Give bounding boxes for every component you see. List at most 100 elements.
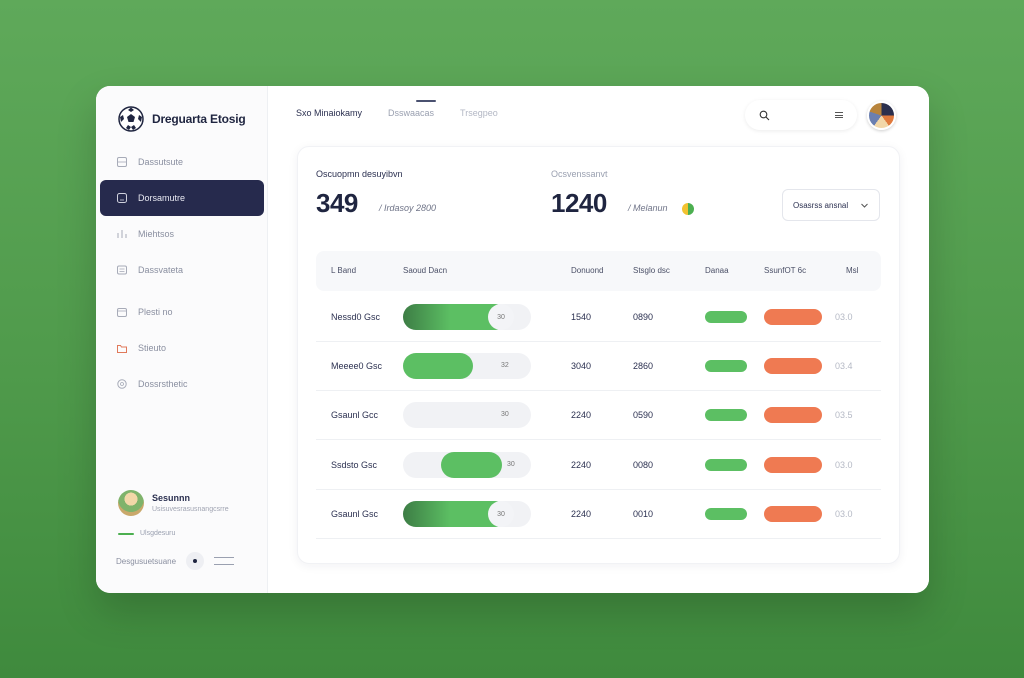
sidebar-item-label: Dassutsute [138, 157, 184, 167]
value-b: 0590 [633, 410, 654, 420]
status-bar-orange [764, 309, 822, 325]
stat-left-sub: / Irdasoy 2800 [379, 203, 437, 213]
sidebar-item-0[interactable]: Dassutsute [100, 144, 264, 180]
row-name: Nessd0 Gsc [331, 312, 381, 322]
table-header: L Band Saoud Dacn Donuond Stsglo dsc Dan… [316, 251, 881, 291]
folder-icon [117, 345, 127, 353]
table-row[interactable]: Gsaunl Gsc 30 2240 0010 03.0 [316, 490, 881, 539]
row-name: Gsaunl Gsc [331, 509, 379, 519]
table-row[interactable]: Meeee0 Gsc 32 3040 2860 03.4 [316, 342, 881, 391]
status-bar-green [705, 360, 747, 372]
progress-pill: 32 [403, 353, 531, 379]
settings-icon [117, 379, 127, 389]
sidebar-item-5[interactable]: Stieuto [100, 330, 264, 366]
sidebar-item-1[interactable]: Dorsamutre [100, 180, 264, 216]
value-a: 1540 [571, 312, 592, 322]
col-header-3[interactable]: Stsglo dsc [633, 266, 670, 275]
tab-2[interactable]: Trsegpeo [460, 108, 498, 118]
col-header-0[interactable]: L Band [331, 266, 356, 275]
table-row[interactable]: Gsaunl Gcc 30 2240 0590 03.5 [316, 391, 881, 440]
footer-label: Desgusuetsuane [116, 556, 177, 566]
row-name: Gsaunl Gcc [331, 410, 379, 420]
progress-fill [403, 353, 473, 379]
status-bar-orange [764, 506, 822, 522]
sidebar-nav: Dassutsute Dorsamutre Miehtsos Dassvatet… [100, 144, 264, 402]
sidebar-item-label: Dorsamutre [138, 193, 186, 203]
app-window: Dreguarta Etosig Dassutsute Dorsamutre M… [96, 86, 929, 593]
select-value: Osasrss ansnal [793, 200, 849, 210]
progress-pill: 30 [403, 452, 531, 478]
status-bar-green [705, 409, 747, 421]
status-bar-green [705, 508, 747, 520]
progress-pill: 30 [403, 304, 531, 330]
profile-subtitle: Usisuvesrasusnangcsrre [152, 506, 229, 513]
col-header-5[interactable]: SsunfOT 6c [764, 266, 806, 275]
upgrade-indicator [118, 532, 134, 535]
sidebar-item-label: Stieuto [138, 343, 167, 353]
col-header-2[interactable]: Donuond [571, 266, 603, 275]
value-a: 3040 [571, 361, 592, 371]
calendar-icon [117, 308, 127, 317]
row-name: Ssdsto Gsc [331, 460, 378, 470]
toggle-button[interactable] [186, 552, 205, 570]
status-bar-orange [764, 457, 822, 473]
value-b: 0890 [633, 312, 654, 322]
sidebar-item-2[interactable]: Miehtsos [100, 216, 264, 252]
search-icon [759, 110, 770, 120]
value-a: 2240 [571, 460, 592, 470]
chart-icon [117, 230, 127, 238]
sidebar-item-label: Dassvateta [138, 265, 184, 275]
value-b: 0010 [633, 509, 654, 519]
sidebar-item-6[interactable]: Dossrsthetic [100, 366, 264, 402]
avatar [118, 490, 144, 516]
tab-0[interactable]: Sxo Minaiokamy [296, 108, 362, 118]
table-row[interactable]: Ssdsto Gsc 30 2240 0080 03.0 [316, 441, 881, 490]
sidebar-item-4[interactable]: Plesti no [100, 294, 264, 330]
sidebar-item-3[interactable]: Dassvateta [100, 252, 264, 288]
col-header-6[interactable]: Msl [846, 266, 858, 275]
progress-pill: 30 [403, 501, 531, 527]
sidebar-footer: Desgusuetsuane [116, 552, 235, 570]
value-c: 03.0 [835, 460, 853, 470]
user-profile[interactable]: Sesunnn Usisuvesrasusnangcsrre [118, 490, 229, 516]
soccer-ball-icon [118, 106, 144, 132]
top-tabs: Sxo Minaiokamy Dsswaacas Trsegpeo [296, 100, 498, 118]
stat-left-value: 349 [316, 188, 358, 218]
col-header-1[interactable]: Saoud Dacn [403, 266, 447, 275]
value-a: 2240 [571, 410, 592, 420]
progress-fill [441, 452, 502, 478]
value-b: 2860 [633, 361, 654, 371]
value-c: 03.0 [835, 509, 853, 519]
user-avatar[interactable] [867, 101, 896, 130]
dot-icon [193, 559, 198, 563]
list-icon [117, 265, 127, 275]
brand[interactable]: Dreguarta Etosig [118, 106, 246, 132]
sidebar: Dreguarta Etosig Dassutsute Dorsamutre M… [96, 86, 268, 593]
status-bar-orange [764, 358, 822, 374]
value-c: 03.0 [835, 312, 853, 322]
square-icon [117, 193, 127, 203]
search-box[interactable] [745, 100, 857, 130]
status-dot-icon [682, 203, 694, 215]
filter-icon[interactable] [835, 112, 843, 118]
sidebar-item-label: Miehtsos [138, 229, 175, 239]
value-c: 03.4 [835, 361, 853, 371]
grid-icon [117, 157, 127, 167]
row-name: Meeee0 Gsc [331, 361, 383, 371]
tab-1[interactable]: Dsswaacas [388, 100, 437, 118]
sidebar-item-label: Dossrsthetic [138, 379, 188, 389]
profile-name: Sesunnn [152, 493, 191, 503]
col-header-4[interactable]: Danaa [705, 266, 729, 275]
main-content: Sxo Minaiokamy Dsswaacas Trsegpeo Oscuop… [268, 86, 929, 593]
menu-icon[interactable] [214, 557, 235, 565]
period-select[interactable]: Osasrss ansnal [782, 189, 880, 221]
progress-value: 32 [501, 362, 509, 369]
stats-card: Oscuopmn desuyibvn 349 / Irdasoy 2800 Oc… [297, 146, 900, 564]
value-b: 0080 [633, 460, 654, 470]
table-row[interactable]: Nessd0 Gsc 30 1540 0890 03.0 [316, 293, 881, 342]
value-c: 03.5 [835, 410, 853, 420]
chevron-down-icon [861, 203, 868, 208]
upgrade-link[interactable]: Ulsgdesuru [118, 530, 175, 537]
status-bar-green [705, 311, 747, 323]
progress-value: 30 [488, 501, 514, 527]
